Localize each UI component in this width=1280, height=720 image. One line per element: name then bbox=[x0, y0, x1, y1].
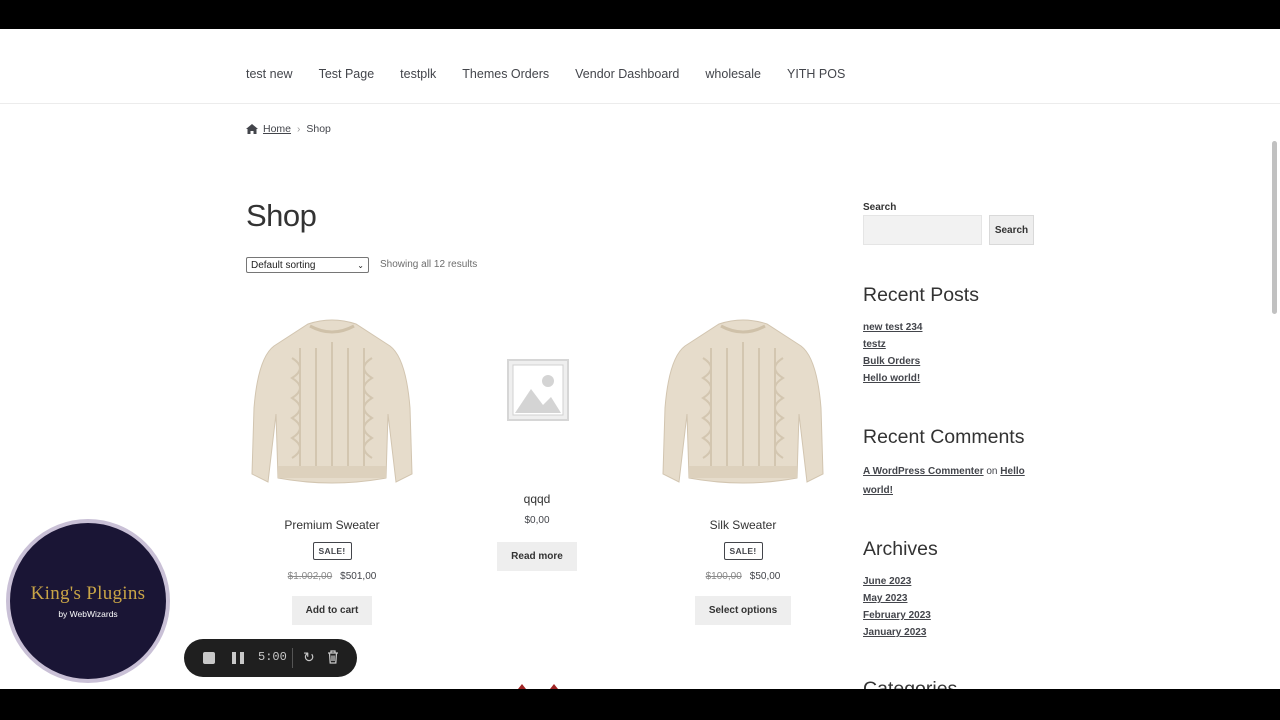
nav-item-test-page[interactable]: Test Page bbox=[319, 67, 375, 81]
recent-post-link[interactable]: testz bbox=[863, 339, 886, 350]
read-more-button[interactable]: Read more bbox=[497, 542, 577, 571]
search-label: Search bbox=[863, 202, 897, 213]
trash-icon[interactable] bbox=[327, 650, 339, 664]
sale-badge: SALE! bbox=[723, 542, 763, 560]
nav-item-test-new[interactable]: test new bbox=[246, 67, 293, 81]
scrollbar-thumb[interactable] bbox=[1272, 141, 1277, 314]
recent-comment: A WordPress Commenter on Hello world! bbox=[863, 462, 1033, 500]
kings-plugins-logo: King's Plugins by WebWizards bbox=[6, 519, 170, 683]
recording-timer: 5:00 bbox=[258, 650, 287, 664]
product-title[interactable]: Silk Sweater bbox=[657, 518, 829, 532]
sale-badge: SALE! bbox=[312, 542, 352, 560]
divider bbox=[292, 648, 293, 668]
recent-posts-title: Recent Posts bbox=[863, 284, 979, 306]
primary-navigation: test new Test Page testplk Themes Orders… bbox=[0, 29, 1280, 104]
pause-icon[interactable] bbox=[232, 652, 244, 664]
product-price: $1.002,00 $501,00 bbox=[246, 571, 418, 582]
comment-on-text: on bbox=[986, 466, 998, 477]
restart-icon[interactable]: ↻ bbox=[303, 649, 315, 666]
bottom-black-bar bbox=[0, 689, 1280, 720]
chevron-down-icon: ⌄ bbox=[357, 260, 364, 270]
logo-text: King's Plugins bbox=[30, 583, 146, 604]
old-price: $100,00 bbox=[705, 571, 742, 582]
breadcrumb-current: Shop bbox=[306, 123, 331, 135]
search-input[interactable] bbox=[863, 215, 982, 245]
current-price: $50,00 bbox=[749, 571, 781, 582]
archive-link[interactable]: May 2023 bbox=[863, 593, 907, 604]
top-black-bar bbox=[0, 0, 1280, 29]
logo-subtext: by WebWizards bbox=[58, 609, 118, 619]
product-card-qqqd: qqqd $0,00 Read more bbox=[452, 492, 622, 571]
recording-controls: 5:00 ↻ bbox=[184, 639, 357, 677]
select-options-button[interactable]: Select options bbox=[694, 596, 792, 625]
recent-post-link[interactable]: new test 234 bbox=[863, 322, 922, 333]
product-title[interactable]: qqqd bbox=[452, 492, 622, 506]
product-price: $100,00 $50,00 bbox=[657, 571, 829, 582]
breadcrumb: Home › Shop bbox=[246, 123, 331, 135]
product-image-silk-sweater[interactable] bbox=[661, 318, 825, 490]
old-price: $1.002,00 bbox=[287, 571, 333, 582]
recent-comments-title: Recent Comments bbox=[863, 426, 1025, 448]
sort-select-value: Default sorting bbox=[251, 259, 316, 271]
product-card-premium-sweater: Premium Sweater SALE! $1.002,00 $501,00 A… bbox=[246, 518, 418, 625]
add-to-cart-button[interactable]: Add to cart bbox=[291, 596, 373, 625]
breadcrumb-separator-icon: › bbox=[297, 123, 301, 135]
stop-icon[interactable] bbox=[203, 652, 215, 664]
search-button[interactable]: Search bbox=[989, 215, 1034, 245]
comment-author-link[interactable]: A WordPress Commenter bbox=[863, 466, 984, 477]
archives-title: Archives bbox=[863, 538, 938, 560]
archive-link[interactable]: June 2023 bbox=[863, 576, 911, 587]
product-image-placeholder[interactable] bbox=[507, 359, 569, 421]
nav-item-vendor-dashboard[interactable]: Vendor Dashboard bbox=[575, 67, 679, 81]
product-title[interactable]: Premium Sweater bbox=[246, 518, 418, 532]
current-price: $0,00 bbox=[524, 515, 550, 526]
page-title: Shop bbox=[246, 198, 317, 233]
recent-post-link[interactable]: Bulk Orders bbox=[863, 356, 920, 367]
result-count: Showing all 12 results bbox=[380, 259, 478, 270]
archive-link[interactable]: January 2023 bbox=[863, 627, 926, 638]
recent-posts-list: new test 234 testz Bulk Orders Hello wor… bbox=[863, 319, 922, 387]
archives-list: June 2023 May 2023 February 2023 January… bbox=[863, 573, 931, 641]
product-card-silk-sweater: Silk Sweater SALE! $100,00 $50,00 Select … bbox=[657, 518, 829, 625]
categories-title: Categories bbox=[863, 678, 958, 689]
nav-item-testplk[interactable]: testplk bbox=[400, 67, 436, 81]
product-image-premium-sweater[interactable] bbox=[250, 318, 414, 490]
nav-item-themes-orders[interactable]: Themes Orders bbox=[462, 67, 549, 81]
home-icon bbox=[246, 124, 258, 134]
breadcrumb-home-link[interactable]: Home bbox=[263, 123, 291, 135]
nav-item-wholesale[interactable]: wholesale bbox=[705, 67, 761, 81]
recent-post-link[interactable]: Hello world! bbox=[863, 373, 920, 384]
current-price: $501,00 bbox=[340, 571, 377, 582]
sort-select[interactable]: Default sorting ⌄ bbox=[246, 257, 369, 273]
nav-item-yith-pos[interactable]: YITH POS bbox=[787, 67, 845, 81]
archive-link[interactable]: February 2023 bbox=[863, 610, 931, 621]
